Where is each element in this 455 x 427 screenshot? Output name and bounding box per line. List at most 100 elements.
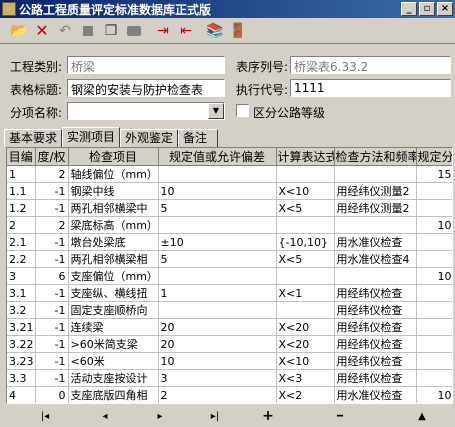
cell-tolerance[interactable] xyxy=(158,165,277,183)
cell-weight[interactable]: 6 xyxy=(35,267,69,285)
code-field[interactable]: 1111 xyxy=(290,79,451,97)
column-header-weight[interactable]: 度/权 xyxy=(35,148,69,166)
cell-tolerance[interactable] xyxy=(158,301,277,319)
cell-method[interactable]: 用水准仪检查 xyxy=(334,386,417,403)
cell-weight[interactable]: -1 xyxy=(35,233,69,251)
cell-weight[interactable]: -1 xyxy=(35,318,69,336)
cell-item[interactable]: 连续梁 xyxy=(68,318,159,336)
table-row[interactable]: 2.2 -1 两孔相邻横梁相 5 X<5 用水准仪检查4 xyxy=(7,250,452,268)
cell-no[interactable]: 1.1 xyxy=(7,182,36,200)
delete-x-icon[interactable]: ✕ xyxy=(31,20,53,42)
cell-weight[interactable]: -1 xyxy=(35,199,69,217)
table-row[interactable]: 4 0 支座底版四角相 2 X<2 用水准仪检查 10 xyxy=(7,386,452,403)
data-grid[interactable]: 目编 度/权 检查项目 规定值或允许偏差 计算表达式 检查方法和频率 规定分 1… xyxy=(6,147,453,404)
exit-door-icon[interactable]: 🚪 xyxy=(227,20,249,42)
stop-icon[interactable] xyxy=(77,20,99,42)
cell-expression[interactable]: X<5 xyxy=(276,250,335,268)
cell-tolerance[interactable]: 20 xyxy=(158,335,277,353)
first-record-button[interactable]: |◂ xyxy=(35,409,55,424)
cell-score[interactable] xyxy=(416,335,452,353)
cell-item[interactable]: 梁底标高（mm） xyxy=(68,216,159,234)
undo-icon[interactable]: ↶ xyxy=(54,20,76,42)
cell-expression[interactable] xyxy=(276,165,335,183)
cell-score[interactable] xyxy=(416,352,452,370)
title-field[interactable]: 钢梁的安装与防护检查表 xyxy=(67,79,225,97)
cell-method[interactable]: 用经纬仪测量2 xyxy=(334,199,417,217)
cell-method[interactable]: 用经纬仪测量2 xyxy=(334,182,417,200)
table-row[interactable]: 1.2 -1 两孔相邻横梁中 5 X<5 用经纬仪测量2 xyxy=(7,199,452,217)
books-icon[interactable]: 📚 xyxy=(204,20,226,42)
cell-expression[interactable]: {-10,10} xyxy=(276,233,335,251)
cell-item[interactable]: >60米简支梁 xyxy=(68,335,159,353)
cell-weight[interactable]: -1 xyxy=(35,284,69,302)
column-header-score[interactable]: 规定分 xyxy=(416,148,452,166)
cell-method[interactable]: 用水准仪检查 xyxy=(334,233,417,251)
cell-method[interactable]: 用经纬仪检查 xyxy=(334,318,417,336)
table-row[interactable]: 3.21 -1 连续梁 20 X<20 用经纬仪检查 xyxy=(7,318,452,336)
column-header-expression[interactable]: 计算表达式 xyxy=(276,148,335,166)
cell-item[interactable]: 固定支座顺桥向 xyxy=(68,301,159,319)
tab-basic-requirements[interactable]: 基本要求 xyxy=(4,129,63,147)
cell-item[interactable]: 两孔相邻横梁中 xyxy=(68,199,159,217)
cell-expression[interactable]: X<5 xyxy=(276,199,335,217)
cell-tolerance[interactable]: 20 xyxy=(158,318,277,336)
subitem-combo[interactable]: ▼ xyxy=(67,102,225,120)
cell-item[interactable]: 钢梁中线 xyxy=(68,182,159,200)
table-row[interactable]: 1.1 -1 钢梁中线 10 X<10 用经纬仪测量2 xyxy=(7,182,452,200)
cell-item[interactable]: 支座纵、横线扭 xyxy=(68,284,159,302)
cell-item[interactable]: 两孔相邻横梁相 xyxy=(68,250,159,268)
delete-record-button[interactable]: ━ xyxy=(330,409,350,424)
minimize-button[interactable]: _ xyxy=(401,2,417,16)
table-row[interactable]: 3.1 -1 支座纵、横线扭 1 X<1 用经纬仪检查 xyxy=(7,284,452,302)
cell-weight[interactable]: -1 xyxy=(35,335,69,353)
cell-tolerance[interactable]: 10 xyxy=(158,182,277,200)
cell-no[interactable]: 2 xyxy=(7,216,36,234)
cell-score[interactable] xyxy=(416,199,452,217)
insert-record-button[interactable]: + xyxy=(258,409,278,424)
cell-score[interactable] xyxy=(416,369,452,387)
cell-expression[interactable]: X<1 xyxy=(276,284,335,302)
cell-tolerance[interactable]: 5 xyxy=(158,199,277,217)
cell-weight[interactable]: -1 xyxy=(35,352,69,370)
table-row[interactable]: 2 2 梁底标高（mm） 10 xyxy=(7,216,452,234)
cell-weight[interactable]: 2 xyxy=(35,165,69,183)
cell-method[interactable] xyxy=(334,216,417,234)
chevron-down-icon[interactable]: ▼ xyxy=(208,103,224,119)
cell-no[interactable]: 3.1 xyxy=(7,284,36,302)
cell-no[interactable]: 2.1 xyxy=(7,233,36,251)
table-row[interactable]: 2.1 -1 墩台处梁底 ±10 {-10,10} 用水准仪检查 xyxy=(7,233,452,251)
cell-method[interactable]: 用经纬仪检查 xyxy=(334,335,417,353)
table-row[interactable]: 3.23 -1 <60米 10 X<10 用经纬仪检查 xyxy=(7,352,452,370)
category-field[interactable]: 桥梁 xyxy=(67,56,225,74)
cell-expression[interactable] xyxy=(276,301,335,319)
cell-item[interactable]: 轴线偏位（mm） xyxy=(68,165,159,183)
table-row[interactable]: 3 6 支座偏位（mm） 10 xyxy=(7,267,452,285)
cell-method[interactable]: 用经纬仪检查 xyxy=(334,284,417,302)
cell-tolerance[interactable]: ±10 xyxy=(158,233,277,251)
cell-weight[interactable]: -1 xyxy=(35,369,69,387)
cell-score[interactable]: 10 xyxy=(416,267,452,285)
cell-method[interactable]: 用水准仪检查4 xyxy=(334,250,417,268)
cell-no[interactable]: 3.23 xyxy=(7,352,36,370)
prior-record-button[interactable]: ◂ xyxy=(95,409,115,424)
export-icon[interactable]: ⇤ xyxy=(175,20,197,42)
cell-item[interactable]: 墩台处梁底 xyxy=(68,233,159,251)
cell-tolerance[interactable] xyxy=(158,267,277,285)
cell-tolerance[interactable] xyxy=(158,216,277,234)
cell-item[interactable]: <60米 xyxy=(68,352,159,370)
cell-item[interactable]: 活动支座按设计 xyxy=(68,369,159,387)
cell-item[interactable]: 支座底版四角相 xyxy=(68,386,159,403)
tab-notes[interactable]: 备注 xyxy=(178,129,219,147)
cell-expression[interactable]: X<10 xyxy=(276,352,335,370)
grade-checkbox[interactable] xyxy=(236,104,249,117)
cell-method[interactable] xyxy=(334,165,417,183)
cell-score[interactable] xyxy=(416,301,452,319)
cell-tolerance[interactable]: 5 xyxy=(158,250,277,268)
last-record-button[interactable]: ▸| xyxy=(205,409,225,424)
cell-score[interactable]: 10 xyxy=(416,386,452,403)
serial-field[interactable]: 桥梁表6.33.2 xyxy=(290,56,451,74)
cell-score[interactable] xyxy=(416,250,452,268)
cell-no[interactable]: 2.2 xyxy=(7,250,36,268)
cell-tolerance[interactable]: 2 xyxy=(158,386,277,403)
cell-score[interactable] xyxy=(416,182,452,200)
